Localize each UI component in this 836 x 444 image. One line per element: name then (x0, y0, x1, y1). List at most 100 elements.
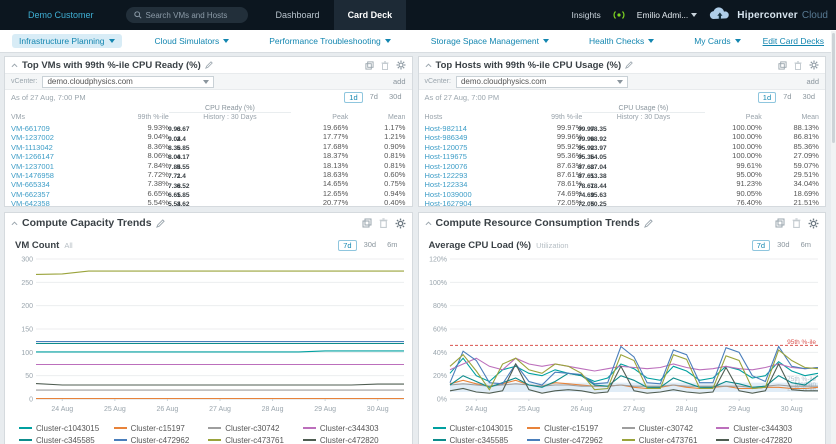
nav-item-cloud-simulators[interactable]: Cloud Simulators (148, 34, 237, 48)
legend-item-cluster-c472820[interactable]: Cluster-c472820 (303, 434, 398, 444)
delete-card-icon[interactable] (379, 218, 388, 228)
range-30d-button[interactable]: 30d (798, 92, 819, 103)
legend-item-cluster-c1043015[interactable]: Cluster-c1043015 (19, 422, 114, 434)
search-box[interactable] (126, 7, 248, 23)
vcenter-label: vCenter: (425, 78, 451, 85)
spark-end-label: 8.06 (168, 154, 181, 161)
range-7d-button[interactable]: 7d (338, 240, 356, 251)
nav-item-health-checks[interactable]: Health Checks (582, 34, 661, 48)
col-99th: 99th %-ile (523, 113, 582, 123)
range-30d-button[interactable]: 30d (773, 240, 794, 251)
pencil-icon[interactable] (644, 219, 653, 228)
legend-item-cluster-c15197[interactable]: Cluster-c15197 (114, 422, 209, 434)
add-link[interactable]: add (393, 77, 406, 86)
search-input[interactable] (146, 11, 240, 20)
legend-item-cluster-c344303[interactable]: Cluster-c344303 (303, 422, 398, 434)
range-7d-button[interactable]: 7d (366, 92, 382, 103)
p99-value: 74.69% (523, 189, 582, 198)
nav-item-label: Health Checks (589, 36, 644, 46)
legend-item-cluster-c345585[interactable]: Cluster-c345585 (19, 434, 114, 444)
pencil-icon[interactable] (205, 61, 213, 69)
p99-value: 95.92% (523, 142, 582, 151)
col-mean: Mean (762, 113, 819, 123)
settings-gear-icon[interactable] (808, 218, 819, 229)
collapse-icon[interactable] (425, 63, 432, 68)
my-cards-menu[interactable]: My Cards (694, 36, 740, 46)
tab-dashboard[interactable]: Dashboard (262, 0, 334, 30)
settings-gear-icon[interactable] (809, 60, 819, 70)
range-1d-button[interactable]: 1d (344, 92, 362, 103)
range-30d-button[interactable]: 30d (360, 240, 381, 251)
pencil-icon[interactable] (625, 61, 633, 69)
pencil-icon[interactable] (156, 219, 165, 228)
page-scrollbar[interactable] (831, 31, 836, 444)
duplicate-card-icon[interactable] (775, 218, 785, 228)
nav-item-label: Cloud Simulators (155, 36, 220, 46)
customer-name[interactable]: Demo Customer (28, 10, 94, 20)
add-link[interactable]: add (806, 77, 819, 86)
duplicate-card-icon[interactable] (778, 61, 787, 70)
duplicate-card-icon[interactable] (362, 218, 372, 228)
p99-value: 99.96% (523, 132, 582, 141)
mean-value: 0.81% (348, 151, 405, 160)
range-1d-button[interactable]: 1d (758, 92, 776, 103)
edit-card-decks-link[interactable]: Edit Card Decks (763, 36, 824, 46)
legend-item-cluster-c473761[interactable]: Cluster-c473761 (622, 434, 717, 444)
series-cluster-c1043015 (36, 351, 404, 352)
user-menu[interactable]: Emilio Admi... (637, 10, 698, 20)
user-name: Emilio Admi... (637, 10, 689, 20)
nav-item-infrastructure-planning[interactable]: Infrastructure Planning (12, 34, 122, 48)
range-7d-button[interactable]: 7d (752, 240, 770, 251)
mean-value: 0.94% (348, 189, 405, 198)
group-header: CPU Ready (%) (169, 104, 291, 113)
y-tick-label: 250 (21, 280, 33, 287)
p99-value: 9.04% (110, 132, 169, 141)
duplicate-card-icon[interactable] (365, 61, 374, 70)
range-30d-button[interactable]: 30d (385, 92, 406, 103)
delete-card-icon[interactable] (381, 61, 389, 70)
tab-card-deck[interactable]: Card Deck (334, 0, 407, 30)
insights-link[interactable]: Insights (572, 10, 601, 20)
legend-item-cluster-c344303[interactable]: Cluster-c344303 (716, 422, 811, 434)
peak-value: 100.00% (705, 132, 762, 141)
range-6m-button[interactable]: 6m (797, 240, 815, 251)
range-7d-button[interactable]: 7d (779, 92, 795, 103)
x-tick-label: 27 Aug (209, 406, 231, 413)
spark-end-label: 95.36 (578, 154, 594, 161)
legend-item-cluster-c30742[interactable]: Cluster-c30742 (622, 422, 717, 434)
collapse-icon[interactable] (11, 221, 18, 226)
settings-gear-icon[interactable] (395, 218, 406, 229)
mean-value: 18.69% (762, 189, 819, 198)
collapse-icon[interactable] (11, 63, 18, 68)
nav-item-storage-space-management[interactable]: Storage Space Management (424, 34, 556, 48)
peak-value: 18.37% (291, 151, 348, 160)
legend-item-cluster-c1043015[interactable]: Cluster-c1043015 (433, 422, 528, 434)
top-bar-right: Insights Emilio Admi... Hiperconver Clou… (572, 7, 836, 23)
vcenter-select[interactable]: demo.cloudphysics.com (456, 76, 628, 88)
nav-item-performance-troubleshooting[interactable]: Performance Troubleshooting (262, 34, 398, 48)
delete-card-icon[interactable] (794, 61, 802, 70)
settings-gear-icon[interactable] (396, 60, 406, 70)
mean-value: 0.90% (348, 142, 405, 151)
legend-color-dash (716, 439, 729, 441)
legend-color-dash (716, 427, 729, 429)
group-header-row: CPU Ready (%) (11, 104, 406, 113)
broadcast-icon[interactable] (611, 9, 627, 21)
range-6m-button[interactable]: 6m (383, 240, 401, 251)
legend-item-cluster-c345585[interactable]: Cluster-c345585 (433, 434, 528, 444)
legend-item-cluster-c15197[interactable]: Cluster-c15197 (527, 422, 622, 434)
y-tick-label: 300 (21, 257, 33, 264)
scrollbar-thumb[interactable] (832, 33, 835, 143)
legend-item-cluster-c473761[interactable]: Cluster-c473761 (208, 434, 303, 444)
collapse-icon[interactable] (425, 221, 432, 226)
y-tick-label: 150 (21, 327, 33, 334)
legend-item-cluster-c30742[interactable]: Cluster-c30742 (208, 422, 303, 434)
legend-item-cluster-c472820[interactable]: Cluster-c472820 (716, 434, 811, 444)
delete-card-icon[interactable] (792, 218, 801, 228)
legend-item-cluster-c472962[interactable]: Cluster-c472962 (527, 434, 622, 444)
p99-value: 6.65% (110, 189, 169, 198)
vcenter-value: demo.cloudphysics.com (47, 77, 132, 86)
legend-item-cluster-c472962[interactable]: Cluster-c472962 (114, 434, 209, 444)
vcenter-select[interactable]: demo.cloudphysics.com (42, 76, 214, 88)
legend-label: Cluster-c15197 (544, 424, 598, 433)
